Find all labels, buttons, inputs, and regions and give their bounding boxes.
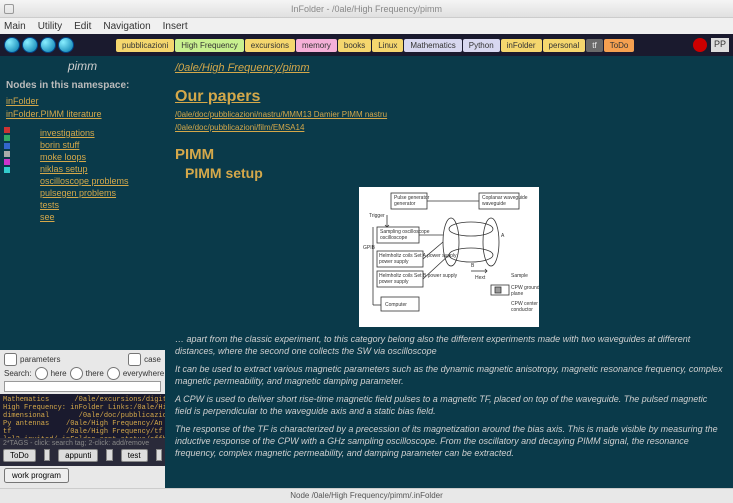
menu-navigation[interactable]: Navigation — [103, 21, 150, 32]
tag-test[interactable]: test — [121, 449, 148, 462]
svg-text:Trigger: Trigger — [369, 213, 385, 219]
params-label: parameters — [20, 355, 60, 364]
stop-icon[interactable] — [693, 38, 707, 52]
dropdown-icon[interactable] — [44, 449, 50, 461]
svg-text:oscilloscope: oscilloscope — [380, 235, 407, 241]
tag-panel: 2*TAGS - click: search tag; 2-click: add… — [0, 438, 165, 466]
tag-tab[interactable]: inFolder — [501, 39, 542, 52]
svg-text:Computer: Computer — [385, 302, 407, 308]
case-label: case — [144, 355, 161, 364]
case-check[interactable] — [128, 353, 141, 366]
menubar: Main Utility Edit Navigation Insert — [0, 18, 733, 34]
tag-tab[interactable]: Linux — [372, 39, 403, 52]
heading-our-papers: Our papers — [175, 88, 723, 106]
node-link[interactable]: investigations — [40, 127, 129, 139]
statusbar: Node /0ale/High Frequency/pimm/.inFolder — [0, 488, 733, 502]
node-link[interactable]: oscilloscope problems — [40, 175, 129, 187]
dropdown-icon[interactable] — [156, 449, 162, 461]
pimm-diagram: Pulse generatorgenerator Coplanar wavegu… — [359, 187, 539, 327]
color-swatch[interactable] — [4, 167, 10, 173]
menu-main[interactable]: Main — [4, 21, 26, 32]
color-swatch[interactable] — [4, 159, 10, 165]
window-menu-icon[interactable] — [4, 4, 14, 14]
node-link[interactable]: see — [40, 211, 129, 223]
svg-text:B: B — [471, 263, 475, 269]
titlebar: InFolder - /0ale/High Frequency/pimm — [0, 0, 733, 18]
node-link[interactable]: pulsegen problems — [40, 187, 129, 199]
svg-text:generator: generator — [394, 201, 416, 207]
scope-here[interactable] — [35, 367, 48, 380]
tag-tabs: pubblicazioniHigh Frequencyexcursionsmem… — [116, 39, 634, 52]
tag-tab[interactable]: pubblicazioni — [116, 39, 174, 52]
params-panel: parameters case Search: here there every… — [0, 350, 165, 394]
paragraph: … apart from the classic experiment, to … — [175, 333, 723, 357]
content-pane[interactable]: /0ale/High Frequency/pimm Our papers /0a… — [165, 56, 733, 502]
ns-header: Nodes in this namespace: — [0, 76, 165, 95]
ns-link[interactable]: inFolder — [6, 95, 159, 108]
globe-icon[interactable] — [4, 37, 20, 53]
color-column — [4, 127, 12, 223]
tag-tab[interactable]: Mathematics — [404, 39, 461, 52]
tag-appunti[interactable]: appunti — [58, 449, 98, 462]
tag-tab[interactable]: books — [338, 39, 371, 52]
params-check[interactable] — [4, 353, 17, 366]
paper-link[interactable]: /0ale/doc/pubblicazioni/nastru/MMM13 Dam… — [175, 110, 723, 119]
node-link[interactable]: moke loops — [40, 151, 129, 163]
color-swatch[interactable] — [4, 127, 10, 133]
menu-edit[interactable]: Edit — [74, 21, 91, 32]
color-swatch[interactable] — [4, 143, 10, 149]
color-swatch[interactable] — [4, 135, 10, 141]
tag-tab[interactable]: personal — [543, 39, 586, 52]
svg-text:GPIB: GPIB — [363, 245, 376, 251]
heading-pimm-setup: PIMM setup — [185, 165, 723, 181]
paper-link[interactable]: /0ale/doc/pubblicazioni/film/EMSA14 — [175, 123, 723, 132]
svg-text:A: A — [501, 233, 505, 239]
svg-text:conductor: conductor — [511, 307, 533, 313]
node-link[interactable]: niklas setup — [40, 163, 129, 175]
globe-icon[interactable] — [58, 37, 74, 53]
sidebar: pimm Nodes in this namespace: inFolder i… — [0, 56, 165, 502]
globe-icon[interactable] — [22, 37, 38, 53]
node-list: investigationsborin stuffmoke loopsnikla… — [40, 127, 129, 223]
globe-icon[interactable] — [40, 37, 56, 53]
tag-todo[interactable]: ToDo — [3, 449, 36, 462]
dropdown-icon[interactable] — [106, 449, 112, 461]
breadcrumb[interactable]: /0ale/High Frequency/pimm — [175, 62, 310, 74]
scope-there[interactable] — [70, 367, 83, 380]
tag-tab[interactable]: tf — [586, 39, 602, 52]
tag-hint: 2*TAGS - click: search tag; 2-click: add… — [3, 440, 162, 447]
tag-tab[interactable]: ToDo — [604, 39, 635, 52]
toolbar: pubblicazioniHigh Frequencyexcursionsmem… — [0, 34, 733, 56]
results-area[interactable]: Mathematics /0ale/excursions/digit High … — [0, 394, 165, 438]
svg-text:power supply: power supply — [379, 259, 409, 265]
color-swatch[interactable] — [4, 151, 10, 157]
svg-text:Sample: Sample — [511, 273, 528, 279]
search-label: Search: — [4, 369, 32, 378]
node-link[interactable]: borin stuff — [40, 139, 129, 151]
heading-pimm: PIMM — [175, 146, 723, 163]
tag-tab[interactable]: excursions — [245, 39, 295, 52]
scope-everywhere[interactable] — [107, 367, 120, 380]
window-title: InFolder - /0ale/High Frequency/pimm — [291, 4, 442, 14]
tag-tab[interactable]: Python — [463, 39, 500, 52]
tag-tab[interactable]: High Frequency — [175, 39, 243, 52]
svg-text:waveguide: waveguide — [482, 201, 506, 207]
pp-button[interactable]: PP — [711, 38, 729, 52]
paragraph: The response of the TF is characterized … — [175, 423, 723, 459]
svg-text:plane: plane — [511, 291, 523, 297]
node-link[interactable]: tests — [40, 199, 129, 211]
menu-insert[interactable]: Insert — [163, 21, 188, 32]
search-input[interactable] — [4, 381, 161, 392]
work-program-button[interactable]: work program — [4, 468, 69, 483]
sidebar-title: pimm — [0, 56, 165, 76]
svg-text:Hext: Hext — [475, 275, 486, 281]
work-program-row: work program — [0, 466, 165, 485]
tag-tab[interactable]: memory — [296, 39, 337, 52]
svg-text:power supply: power supply — [379, 279, 409, 285]
paragraph: It can be used to extract various magnet… — [175, 363, 723, 387]
ns-link[interactable]: inFolder.PIMM literature — [6, 108, 159, 121]
menu-utility[interactable]: Utility — [38, 21, 62, 32]
paragraph: A CPW is used to deliver short rise-time… — [175, 393, 723, 417]
